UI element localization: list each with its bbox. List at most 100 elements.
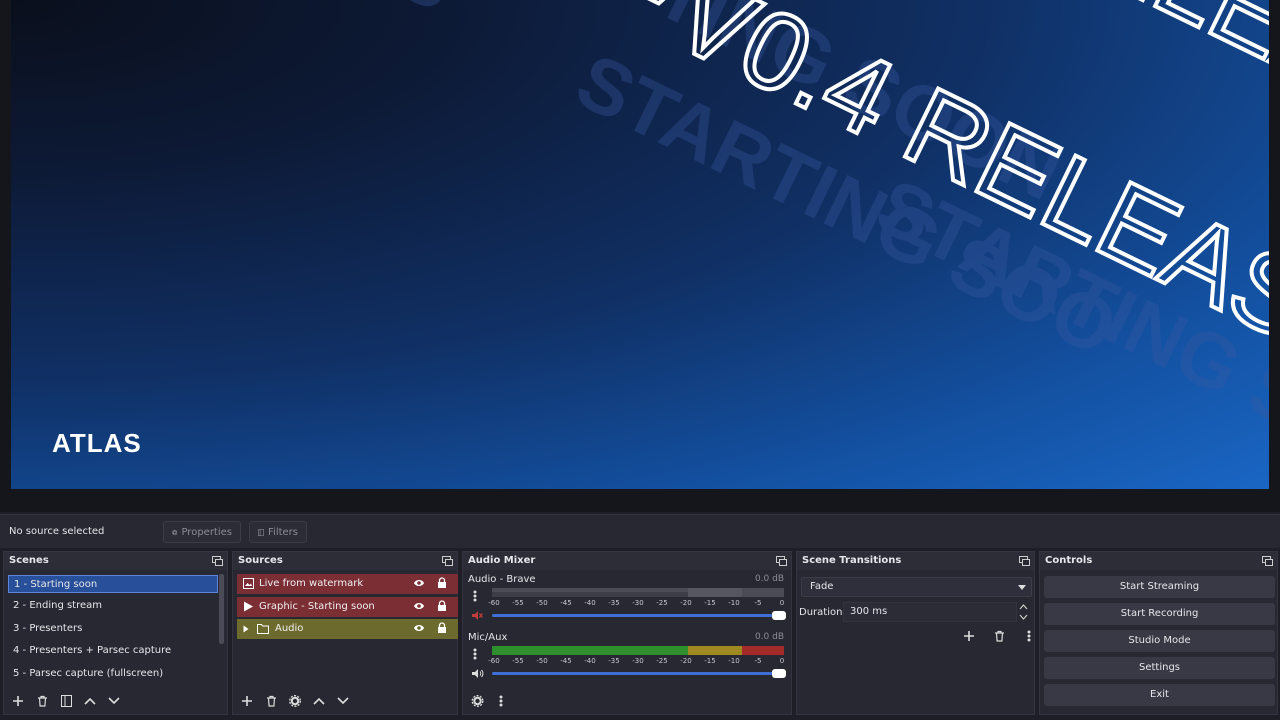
eye-icon[interactable] bbox=[413, 578, 425, 588]
tick-label: -60 bbox=[488, 599, 500, 607]
tick-label: -35 bbox=[608, 599, 620, 607]
bg-text-4: S bbox=[384, 0, 469, 28]
scenes-dock: Scenes 1 - Starting soon 2 - Ending stre… bbox=[3, 551, 228, 715]
channel-db: 0.0 dB bbox=[754, 632, 784, 642]
muted-speaker-icon[interactable] bbox=[471, 610, 483, 621]
play-icon bbox=[244, 601, 253, 612]
undock-icon[interactable] bbox=[442, 556, 453, 566]
studio-mode-button[interactable]: Studio Mode bbox=[1044, 630, 1275, 652]
plus-icon bbox=[242, 696, 252, 706]
eye-icon[interactable] bbox=[413, 623, 425, 633]
trash-icon bbox=[37, 695, 47, 707]
remove-transition-button[interactable] bbox=[989, 626, 1009, 646]
source-label: Audio bbox=[275, 623, 304, 634]
move-scene-up-button[interactable] bbox=[80, 691, 100, 711]
kebab-menu-icon[interactable] bbox=[473, 648, 477, 660]
exit-button[interactable]: Exit bbox=[1044, 684, 1275, 706]
channel-name: Mic/Aux bbox=[468, 632, 508, 643]
atlas-logo: ATLAS bbox=[52, 428, 142, 458]
transition-select[interactable]: Fade bbox=[801, 577, 1032, 597]
tick-label: -30 bbox=[632, 657, 644, 665]
tick-label: 0 bbox=[779, 657, 785, 665]
source-label: Live from watermark bbox=[259, 578, 364, 589]
tick-label: -20 bbox=[680, 599, 692, 607]
transition-toolbar bbox=[959, 626, 1039, 646]
tick-label: -20 bbox=[680, 657, 692, 665]
fader-handle[interactable] bbox=[772, 669, 786, 678]
add-source-button[interactable] bbox=[237, 691, 257, 711]
remove-scene-button[interactable] bbox=[32, 691, 52, 711]
properties-button[interactable]: Properties bbox=[163, 521, 241, 543]
lock-icon[interactable] bbox=[437, 600, 447, 612]
mixer-channel-mic: Mic/Aux 0.0 dB -60 -55 -50 -45 -40 -35 -30 -25-… bbox=[466, 632, 791, 684]
volume-fader[interactable] bbox=[492, 672, 784, 675]
add-scene-button[interactable] bbox=[8, 691, 28, 711]
volume-meter bbox=[492, 588, 784, 597]
tick-label: -55 bbox=[512, 599, 524, 607]
tick-label: -25 bbox=[656, 657, 668, 665]
tick-label: -30 bbox=[632, 599, 644, 607]
scene-item[interactable]: 1 - Starting soon bbox=[8, 575, 218, 593]
preview-graphic: STARTING SOO TING SOON STARTING SO S V0.… bbox=[52, 0, 1269, 471]
scenes-scrollbar[interactable] bbox=[219, 574, 224, 644]
filters-button[interactable]: Filters bbox=[249, 521, 307, 543]
fader-handle[interactable] bbox=[772, 611, 786, 620]
settings-button[interactable]: Settings bbox=[1044, 657, 1275, 679]
filters-icon bbox=[258, 528, 265, 536]
move-source-down-button[interactable] bbox=[333, 691, 353, 711]
kebab-menu-icon[interactable] bbox=[473, 590, 477, 602]
scene-transitions-dock: Scene Transitions Fade Duration 300 ms bbox=[796, 551, 1035, 715]
undock-icon[interactable] bbox=[1019, 556, 1030, 566]
tick-label: -50 bbox=[536, 599, 548, 607]
chevron-right-icon[interactable] bbox=[243, 625, 249, 633]
gear-icon bbox=[471, 695, 483, 707]
controls-dock: Controls Start Streaming Start Recording… bbox=[1039, 551, 1278, 715]
tick-label: -15 bbox=[704, 599, 716, 607]
source-context-bar: No source selected Properties Filters bbox=[0, 514, 1280, 548]
start-streaming-button[interactable]: Start Streaming bbox=[1044, 576, 1275, 598]
scene-item[interactable]: 5 - Parsec capture (fullscreen) bbox=[8, 665, 218, 683]
gear-icon bbox=[289, 695, 301, 707]
remove-source-button[interactable] bbox=[261, 691, 281, 711]
source-row-audio-group[interactable]: Audio bbox=[237, 619, 458, 639]
scene-item[interactable]: 4 - Presenters + Parsec capture bbox=[8, 642, 218, 660]
transition-menu-button[interactable] bbox=[1019, 626, 1039, 646]
duration-input[interactable]: 300 ms bbox=[843, 602, 1017, 622]
move-source-up-button[interactable] bbox=[309, 691, 329, 711]
sources-title: Sources bbox=[233, 552, 457, 570]
source-row-graphic[interactable]: Graphic - Starting soon bbox=[237, 597, 458, 617]
scene-item[interactable]: 2 - Ending stream bbox=[8, 597, 218, 615]
source-properties-button[interactable] bbox=[285, 691, 305, 711]
move-scene-down-button[interactable] bbox=[104, 691, 124, 711]
add-transition-button[interactable] bbox=[959, 626, 979, 646]
scene-item[interactable]: 3 - Presenters bbox=[8, 620, 218, 638]
mixer-menu-button[interactable] bbox=[491, 691, 511, 711]
eye-icon[interactable] bbox=[413, 601, 425, 611]
speaker-icon[interactable] bbox=[471, 668, 484, 679]
tick-label: 0 bbox=[779, 599, 785, 607]
mixer-toolbar bbox=[463, 688, 791, 714]
source-row-watermark[interactable]: Live from watermark bbox=[237, 574, 458, 594]
tick-label: -45 bbox=[560, 599, 572, 607]
filters-label: Filters bbox=[268, 526, 298, 538]
properties-label: Properties bbox=[181, 526, 232, 538]
lock-icon[interactable] bbox=[437, 622, 447, 634]
scene-filters-button[interactable] bbox=[56, 691, 76, 711]
chevron-up-icon bbox=[313, 697, 325, 705]
volume-fader[interactable] bbox=[492, 614, 784, 617]
start-recording-button[interactable]: Start Recording bbox=[1044, 603, 1275, 625]
undock-icon[interactable] bbox=[212, 556, 223, 566]
meter-ticks: -60 -55 -50 -45 -40 -35 -30 -25 -20 -15 -10 -5 0 bbox=[488, 599, 785, 611]
tick-label: -10 bbox=[728, 657, 740, 665]
chevron-down-icon bbox=[1018, 585, 1026, 590]
trash-icon bbox=[266, 695, 276, 707]
undock-icon[interactable] bbox=[1262, 556, 1273, 566]
program-preview[interactable]: STARTING SOO TING SOON STARTING SO S V0.… bbox=[11, 0, 1269, 489]
lock-icon[interactable] bbox=[437, 577, 447, 589]
duration-label: Duration bbox=[799, 607, 843, 618]
stepper-icon[interactable] bbox=[1019, 603, 1028, 621]
advanced-audio-button[interactable] bbox=[467, 691, 487, 711]
kebab-menu-icon bbox=[499, 695, 503, 707]
transition-select-value: Fade bbox=[810, 581, 834, 592]
undock-icon[interactable] bbox=[776, 556, 787, 566]
